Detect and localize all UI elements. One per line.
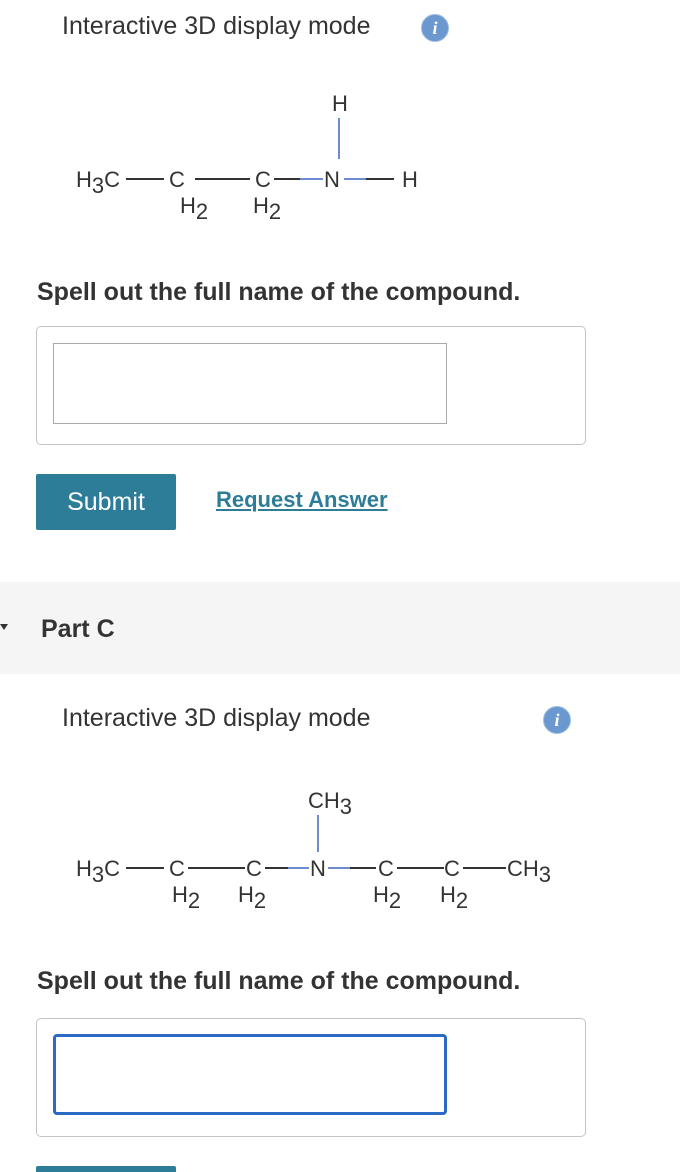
part-header[interactable]: Part C: [0, 582, 680, 674]
atom-label-h2: H2: [253, 193, 281, 224]
atom-label-c: C: [169, 167, 185, 192]
display-mode-label: Interactive 3D display mode: [62, 12, 371, 40]
atom-label-n: N: [310, 856, 326, 881]
request-answer-link[interactable]: Request Answer: [216, 487, 388, 513]
molecule-structure-b[interactable]: H H3C C H2 C H2 N H: [60, 85, 480, 235]
submit-button[interactable]: Submit: [36, 474, 176, 530]
answer-panel: [36, 1018, 586, 1137]
atom-label-h3c: H3C: [76, 856, 120, 887]
atom-label-c: C: [169, 856, 185, 881]
info-icon[interactable]: i: [421, 14, 449, 42]
molecule-structure-c[interactable]: CH3 H3C C H2 C H2 N C H2 C H2 CH3: [60, 780, 580, 930]
atom-label-ch3: CH3: [308, 788, 352, 819]
answer-input[interactable]: [53, 1034, 447, 1115]
atom-label-h2: H2: [180, 193, 208, 224]
question-prompt: Spell out the full name of the compound.: [37, 967, 521, 995]
atom-label-h2: H2: [373, 882, 401, 913]
atom-label-h2: H2: [238, 882, 266, 913]
atom-label-c: C: [378, 856, 394, 881]
atom-label-h2: H2: [440, 882, 468, 913]
atom-label-c: C: [246, 856, 262, 881]
display-mode-label: Interactive 3D display mode: [62, 704, 371, 732]
submit-button[interactable]: [36, 1166, 176, 1172]
info-icon[interactable]: i: [543, 706, 571, 734]
atom-label-n: N: [324, 167, 340, 192]
part-title: Part C: [41, 615, 115, 643]
atom-label-h3c: H3C: [76, 167, 120, 198]
collapse-caret-icon[interactable]: [0, 622, 10, 632]
answer-panel: [36, 326, 586, 445]
atom-label-h: H: [402, 167, 418, 192]
atom-label-h2: H2: [172, 882, 200, 913]
atom-label-h-top: H: [332, 91, 348, 116]
question-prompt: Spell out the full name of the compound.: [37, 278, 521, 306]
atom-label-c: C: [255, 167, 271, 192]
answer-input[interactable]: [53, 343, 447, 424]
atom-label-c: C: [444, 856, 460, 881]
atom-label-ch3: CH3: [507, 856, 551, 887]
